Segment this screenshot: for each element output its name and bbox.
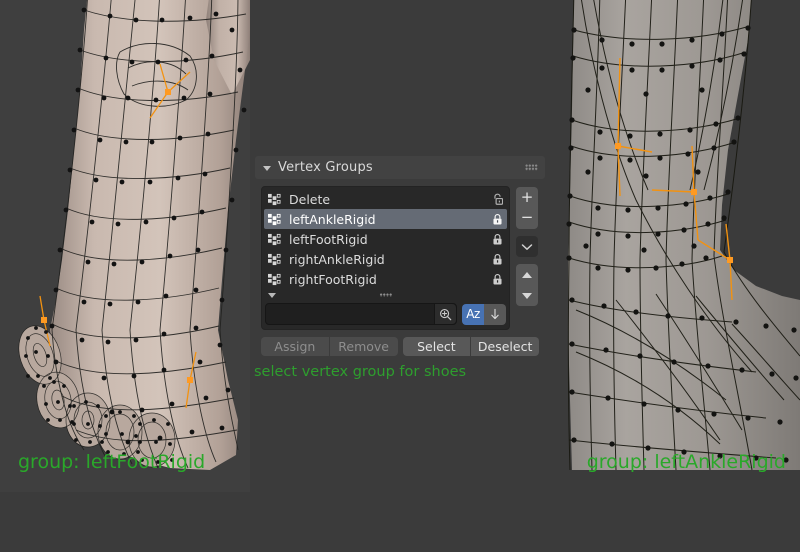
- add-group-button[interactable]: +: [516, 187, 538, 208]
- right-viewport-mesh: [556, 0, 800, 492]
- sort-alphabetical-button[interactable]: Az: [462, 303, 484, 325]
- triangle-down-icon: [522, 292, 532, 299]
- remove-group-button[interactable]: −: [516, 208, 538, 229]
- lock-open-icon[interactable]: [492, 193, 503, 206]
- list-tool-column: + −: [515, 186, 539, 330]
- select-button[interactable]: Select: [402, 337, 471, 356]
- search-field-wrapper[interactable]: [265, 303, 457, 325]
- list-item-label: leftFootRigid: [289, 231, 368, 247]
- magnifier-plus-icon[interactable]: [434, 304, 456, 324]
- sort-alphabetical-label: Az: [466, 307, 480, 321]
- triangle-up-icon: [522, 271, 532, 278]
- list-item-label: Delete: [289, 191, 331, 207]
- vertex-group-icon: [268, 193, 281, 205]
- triangle-down-icon[interactable]: [263, 165, 271, 171]
- annotation-note: select vertex group for shoes: [254, 364, 467, 380]
- lock-closed-icon[interactable]: [492, 273, 503, 286]
- chevron-down-icon: [521, 243, 533, 250]
- panel-header[interactable]: Vertex Groups: [255, 156, 545, 179]
- sort-button-group: Az: [462, 303, 506, 325]
- left-viewport-caption: group: leftFootRigid: [18, 451, 206, 473]
- right-viewport-caption: group: leftAnkleRigid: [586, 451, 786, 473]
- search-sort-row: Az: [264, 301, 507, 326]
- list-item-label: leftAnkleRigid: [289, 211, 376, 227]
- search-input[interactable]: [266, 305, 434, 323]
- assign-remove-group: Assign Remove: [261, 337, 398, 356]
- lock-closed-icon[interactable]: [492, 253, 503, 266]
- remove-button[interactable]: Remove: [328, 337, 398, 356]
- panel-body: Delete leftAnkleRigid leftFootRigid righ…: [255, 179, 545, 336]
- lock-closed-icon[interactable]: [492, 233, 503, 246]
- assign-button[interactable]: Assign: [261, 337, 329, 356]
- select-deselect-group: Select Deselect: [402, 337, 539, 356]
- list-item[interactable]: leftAnkleRigid: [264, 209, 507, 229]
- vertex-groups-panel: Vertex Groups Delete leftAnkleRigid left…: [255, 156, 545, 356]
- list-item[interactable]: rightAnkleRigid: [264, 249, 507, 269]
- minus-icon: −: [520, 208, 534, 226]
- panel-action-buttons: Assign Remove Select Deselect: [255, 337, 545, 356]
- drag-grip-icon[interactable]: [525, 164, 538, 171]
- vertex-group-icon: [268, 273, 281, 285]
- move-group-down-button[interactable]: [516, 285, 538, 306]
- list-item-label: rightAnkleRigid: [289, 251, 385, 267]
- vertex-group-listbox: Delete leftAnkleRigid leftFootRigid righ…: [261, 186, 510, 330]
- sort-reverse-button[interactable]: [484, 303, 506, 325]
- panel-title: Vertex Groups: [278, 160, 373, 175]
- drag-grip-icon[interactable]: [379, 293, 392, 297]
- vertex-group-list[interactable]: Delete leftAnkleRigid leftFootRigid righ…: [264, 189, 507, 301]
- left-viewport-mesh: [0, 0, 250, 492]
- list-item-label: rightFootRigid: [289, 271, 377, 287]
- right-viewport[interactable]: group: leftAnkleRigid: [556, 0, 800, 492]
- vertex-group-icon: [268, 253, 281, 265]
- arrow-down-icon: [491, 308, 499, 319]
- lock-closed-icon[interactable]: [492, 213, 503, 226]
- deselect-button[interactable]: Deselect: [470, 337, 539, 356]
- list-resize-footer[interactable]: [264, 289, 507, 301]
- list-item[interactable]: Delete: [264, 189, 507, 209]
- move-group-up-button[interactable]: [516, 264, 538, 285]
- plus-icon: +: [520, 187, 534, 206]
- left-viewport[interactable]: group: leftFootRigid: [0, 0, 250, 492]
- specials-menu-button[interactable]: [516, 236, 538, 257]
- triangle-down-icon[interactable]: [268, 292, 276, 298]
- vertex-group-icon: [268, 213, 281, 225]
- list-item[interactable]: leftFootRigid: [264, 229, 507, 249]
- vertex-group-icon: [268, 233, 281, 245]
- list-item[interactable]: rightFootRigid: [264, 269, 507, 289]
